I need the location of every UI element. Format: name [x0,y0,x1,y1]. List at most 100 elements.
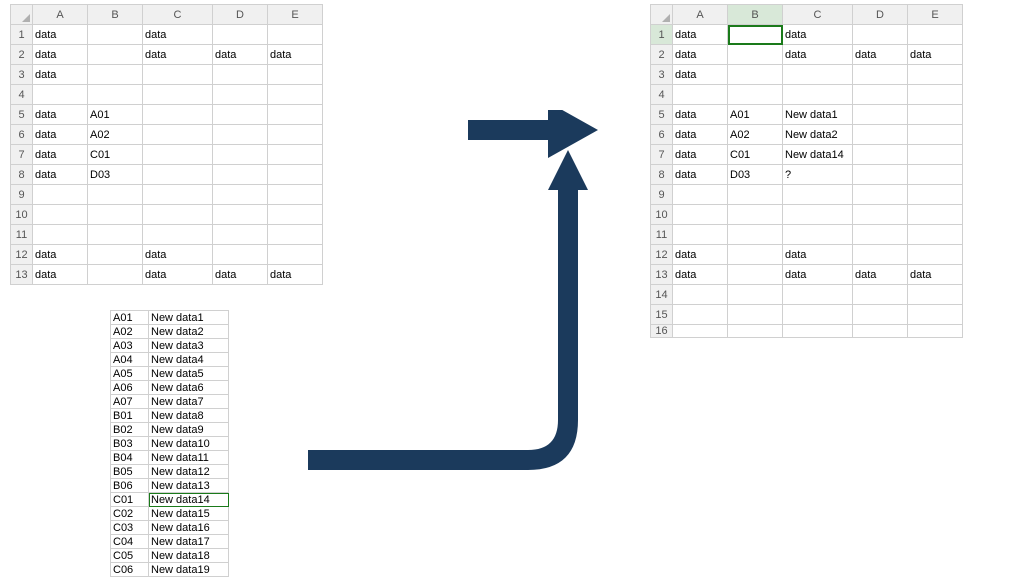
cell[interactable]: data [673,125,728,145]
cell[interactable]: data [853,265,908,285]
lookup-value[interactable]: New data11 [149,451,229,465]
select-all-corner[interactable] [11,5,33,25]
row-header[interactable]: 4 [651,85,673,105]
cell[interactable]: data [673,25,728,45]
cell[interactable]: D03 [88,165,143,185]
cell[interactable] [673,285,728,305]
cell[interactable]: A02 [728,125,783,145]
row-header[interactable]: 5 [11,105,33,125]
col-header-E[interactable]: E [908,5,963,25]
lookup-value[interactable]: New data2 [149,325,229,339]
cell[interactable]: data [268,45,323,65]
row-header[interactable]: 13 [651,265,673,285]
lookup-value[interactable]: New data1 [149,311,229,325]
lookup-key[interactable]: B04 [111,451,149,465]
col-header-A[interactable]: A [33,5,88,25]
lookup-key[interactable]: B05 [111,465,149,479]
cell[interactable] [213,25,268,45]
row-header[interactable]: 14 [651,285,673,305]
cell[interactable]: data [33,125,88,145]
cell[interactable]: data [143,245,213,265]
row-header[interactable]: 7 [11,145,33,165]
cell[interactable] [783,285,853,305]
cell[interactable] [853,85,908,105]
lookup-key[interactable]: C04 [111,535,149,549]
lookup-key[interactable]: C01 [111,493,149,507]
row-header[interactable]: 2 [11,45,33,65]
cell[interactable] [143,145,213,165]
cell[interactable] [268,65,323,85]
cell[interactable] [88,265,143,285]
cell[interactable] [143,205,213,225]
col-header-B[interactable]: B [88,5,143,25]
cell[interactable] [33,205,88,225]
cell[interactable] [908,245,963,265]
lookup-key[interactable]: B03 [111,437,149,451]
cell[interactable] [783,205,853,225]
cell[interactable] [88,65,143,85]
cell[interactable] [728,265,783,285]
cell[interactable] [88,85,143,105]
cell[interactable] [908,325,963,338]
cell[interactable] [853,145,908,165]
row-header[interactable]: 4 [11,85,33,105]
cell[interactable] [908,285,963,305]
row-header[interactable]: 1 [11,25,33,45]
row-header[interactable]: 8 [11,165,33,185]
lookup-key[interactable]: C03 [111,521,149,535]
cell[interactable] [908,205,963,225]
lookup-key[interactable]: B01 [111,409,149,423]
cell[interactable]: New data2 [783,125,853,145]
lookup-value[interactable]: New data15 [149,507,229,521]
cell[interactable]: data [33,145,88,165]
lookup-key[interactable]: B02 [111,423,149,437]
cell[interactable] [143,185,213,205]
cell[interactable] [728,85,783,105]
cell[interactable] [908,105,963,125]
lookup-key[interactable]: A07 [111,395,149,409]
cell[interactable] [33,225,88,245]
cell[interactable]: data [783,245,853,265]
cell[interactable] [853,285,908,305]
cell[interactable] [853,325,908,338]
right-spreadsheet[interactable]: A B C D E 1datadata2datadatadatadata3dat… [650,4,963,338]
lookup-value[interactable]: New data5 [149,367,229,381]
select-all-corner[interactable] [651,5,673,25]
lookup-key[interactable]: A06 [111,381,149,395]
lookup-table[interactable]: A01New data1A02New data2A03New data3A04N… [110,310,229,577]
cell[interactable] [783,65,853,85]
row-header[interactable]: 15 [651,305,673,325]
cell[interactable]: C01 [88,145,143,165]
cell[interactable]: data [673,45,728,65]
cell[interactable] [783,325,853,338]
cell[interactable]: data [673,245,728,265]
cell[interactable] [673,185,728,205]
cell[interactable] [88,25,143,45]
row-header[interactable]: 12 [11,245,33,265]
cell[interactable] [908,25,963,45]
cell[interactable] [728,65,783,85]
row-header[interactable]: 5 [651,105,673,125]
cell[interactable] [783,305,853,325]
cell[interactable]: New data14 [783,145,853,165]
cell[interactable] [908,85,963,105]
lookup-key[interactable]: A03 [111,339,149,353]
cell[interactable] [33,185,88,205]
lookup-value[interactable]: New data14 [149,493,229,507]
col-header-D[interactable]: D [213,5,268,25]
cell[interactable] [908,185,963,205]
lookup-value[interactable]: New data4 [149,353,229,367]
cell[interactable] [673,325,728,338]
cell[interactable] [728,225,783,245]
cell[interactable] [213,65,268,85]
row-header[interactable]: 10 [651,205,673,225]
lookup-value[interactable]: New data13 [149,479,229,493]
col-header-A[interactable]: A [673,5,728,25]
row-header[interactable]: 11 [651,225,673,245]
row-header[interactable]: 16 [651,325,673,338]
cell[interactable] [908,145,963,165]
cell[interactable] [853,65,908,85]
cell[interactable] [143,165,213,185]
cell[interactable] [728,45,783,65]
lookup-key[interactable]: B06 [111,479,149,493]
